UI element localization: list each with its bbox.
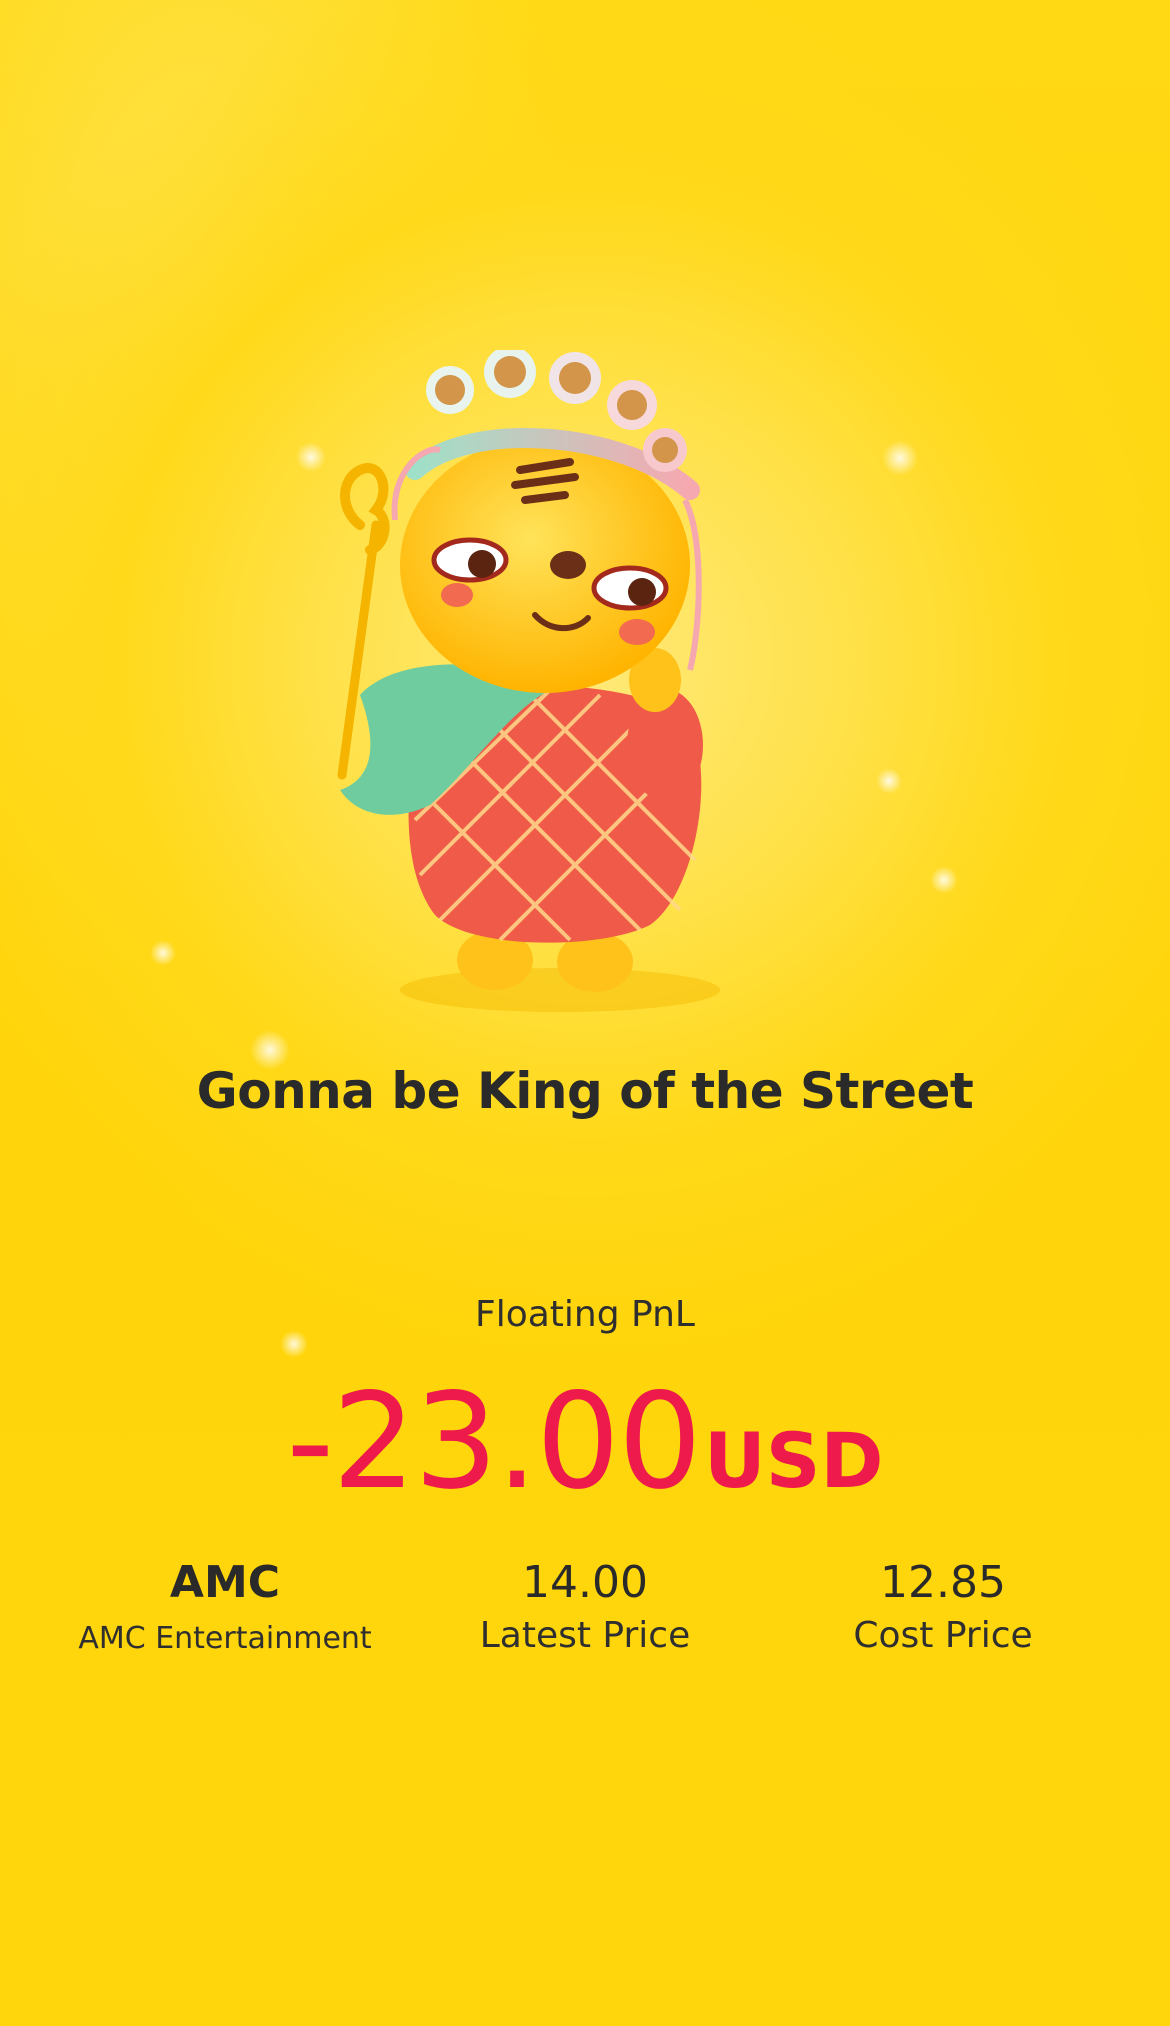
sparkle <box>882 440 918 476</box>
pnl-currency: USD <box>703 1416 884 1505</box>
stat-ticker: AMC AMC Entertainment <box>35 1553 415 1656</box>
floating-pnl-value: -23.00USD <box>0 1365 1170 1519</box>
pnl-amount: -23.00 <box>286 1365 702 1519</box>
sparkle <box>876 768 902 794</box>
stat-cost-price: 12.85 Cost Price <box>753 1553 1133 1656</box>
headline: Gonna be King of the Street <box>196 1062 974 1120</box>
position-stats: AMC AMC Entertainment 14.00 Latest Price… <box>0 1553 1170 1673</box>
cost-price-value: 12.85 <box>880 1557 1006 1608</box>
cost-price-label: Cost Price <box>853 1615 1033 1656</box>
latest-price-label: Latest Price <box>479 1615 691 1656</box>
floating-pnl-label: Floating PnL <box>475 1294 695 1335</box>
ticker-symbol: AMC <box>169 1557 281 1608</box>
latest-price-value: 14.00 <box>522 1557 648 1608</box>
sparkle <box>930 866 958 894</box>
sparkle <box>150 940 176 966</box>
tiger-king-mascot-icon <box>337 350 720 1012</box>
ticker-company-name: AMC Entertainment <box>78 1621 372 1656</box>
stat-latest-price: 14.00 Latest Price <box>395 1553 775 1656</box>
